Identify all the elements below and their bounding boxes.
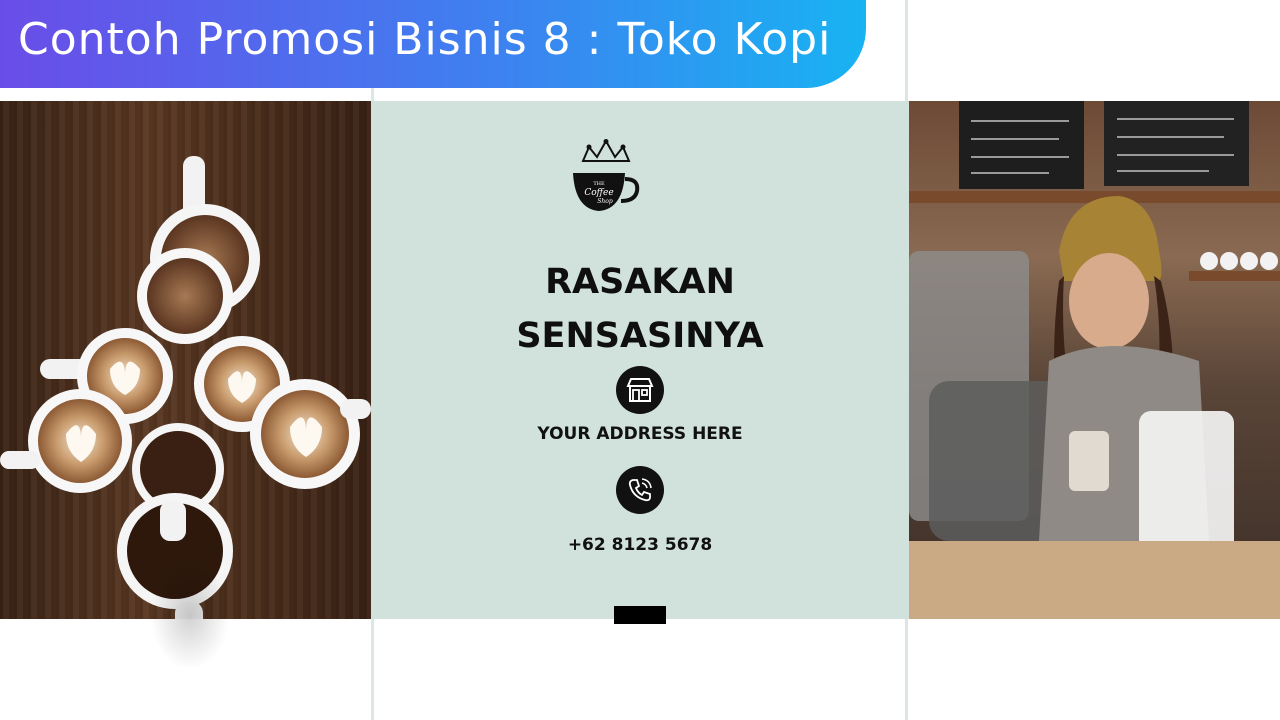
- barista-illustration: [909, 101, 1280, 619]
- phone-number-text: +62 8123 5678: [567, 535, 713, 555]
- cup-shadow: [150, 560, 230, 670]
- address-text: YOUR ADDRESS HERE: [537, 424, 743, 444]
- store-icon: [616, 366, 664, 414]
- title-banner: Contoh Promosi Bisnis 8 : Toko Kopi: [0, 0, 866, 88]
- coffee-crown-logo-icon: THE Coffee Shop: [573, 139, 640, 211]
- decorative-tab: [614, 606, 666, 624]
- logo-text-coffee: Coffee: [584, 188, 613, 198]
- barista-photo: [909, 101, 1280, 619]
- phone-icon: [616, 466, 664, 514]
- logo-text-the: THE: [593, 181, 605, 187]
- coffee-cups-photo: [0, 101, 371, 619]
- promo-panel: THE Coffee Shop RASAKAN SENSASINYA YOUR …: [371, 101, 909, 624]
- headline-line2: SENSASINYA: [516, 316, 764, 356]
- logo-text-shop: Shop: [597, 198, 613, 205]
- coffee-cups-illustration: [0, 156, 371, 619]
- page-title: Contoh Promosi Bisnis 8 : Toko Kopi: [18, 14, 832, 65]
- headline-line1: RASAKAN: [545, 262, 735, 302]
